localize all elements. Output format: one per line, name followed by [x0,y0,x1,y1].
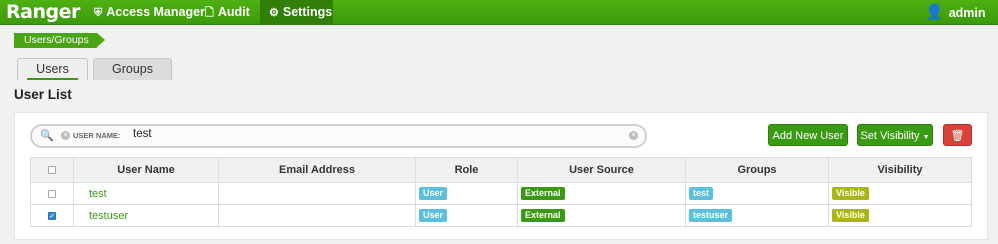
group-badge: test [689,187,714,200]
shield-icon: ⛨ [94,7,103,19]
caret-down-icon: ▼ [922,134,930,141]
tab-users-label: Users [27,62,78,80]
tab-groups[interactable]: Groups [93,58,172,80]
file-icon: 🗋 [205,7,214,19]
clear-search-icon[interactable]: ✕ [629,131,638,140]
select-all-checkbox[interactable] [48,166,56,175]
user-name-link[interactable]: test [73,182,219,205]
table-row: test User External test Visible [30,182,972,205]
page-title: User List [14,87,72,102]
visibility-cell: Visible [828,204,972,227]
brand-logo[interactable]: Ranger [6,1,80,23]
top-navbar: Ranger ⛨ Access Manager 🗋 Audit ⚙ Settings … [0,0,998,25]
tab-groups-label: Groups [112,62,153,76]
user-name-link[interactable]: testuser [73,204,219,227]
visibility-badge: Visible [832,187,869,200]
nav-audit[interactable]: 🗋 Audit [205,0,250,25]
select-all-cell[interactable] [30,157,74,183]
row-checkbox[interactable] [48,189,56,198]
col-visibility[interactable]: Visibility [828,157,972,183]
gear-icon: ⚙ [269,7,279,19]
col-email[interactable]: Email Address [218,157,416,183]
filter-value[interactable]: test [133,128,152,140]
nav-audit-label: Audit [217,5,250,19]
trash-icon: 🗑 [950,130,965,142]
nav-access-manager-label: Access Manager [106,5,205,19]
source-cell: External [517,204,686,227]
delete-button[interactable]: 🗑 [943,124,972,146]
source-badge: External [521,187,565,200]
col-user-source[interactable]: User Source [517,157,686,183]
user-table: User Name Email Address Role User Source… [30,157,972,227]
tab-users[interactable]: Users [17,58,88,80]
role-badge: User [419,209,448,222]
filter-name: USER NAME: [73,131,121,140]
user-list-panel: 🔍 ✕ USER NAME: test ✕ Add New User Set V… [14,112,988,240]
row-checkbox-checked[interactable]: ✓ [48,211,56,220]
source-cell: External [517,182,686,205]
role-badge: User [419,187,448,200]
col-groups[interactable]: Groups [685,157,829,183]
search-icon: 🔍 [40,130,54,142]
groups-cell: test [685,182,829,205]
set-visibility-label: Set Visibility [860,130,920,142]
row-select-cell[interactable]: ✓ [30,204,74,227]
role-cell: User [415,204,518,227]
group-badge: testuser [689,209,733,222]
visibility-cell: Visible [828,182,972,205]
email-cell [218,204,416,227]
row-select-cell[interactable] [30,182,74,205]
groups-cell: testuser [685,204,829,227]
table-header-row: User Name Email Address Role User Source… [30,157,972,183]
nav-settings-label: Settings [282,5,333,19]
email-cell [218,182,416,205]
col-user-name[interactable]: User Name [73,157,219,183]
nav-settings[interactable]: ⚙ Settings [260,0,333,25]
role-cell: User [415,182,518,205]
visibility-badge: Visible [832,209,869,222]
table-row: ✓ testuser User External testuser Visibl… [30,204,972,227]
user-name: admin [948,6,986,20]
nav-access-manager[interactable]: ⛨ Access Manager [94,0,205,25]
remove-filter-icon[interactable]: ✕ [61,131,70,140]
user-menu[interactable]: 👤 admin [925,0,986,25]
user-icon: 👤 [925,4,944,21]
set-visibility-button[interactable]: Set Visibility ▼ [857,124,933,146]
breadcrumb[interactable]: Users/Groups [14,33,105,48]
add-new-user-button[interactable]: Add New User [768,124,848,146]
source-badge: External [521,209,565,222]
col-role[interactable]: Role [415,157,518,183]
search-input[interactable]: 🔍 ✕ USER NAME: test ✕ [30,124,647,148]
